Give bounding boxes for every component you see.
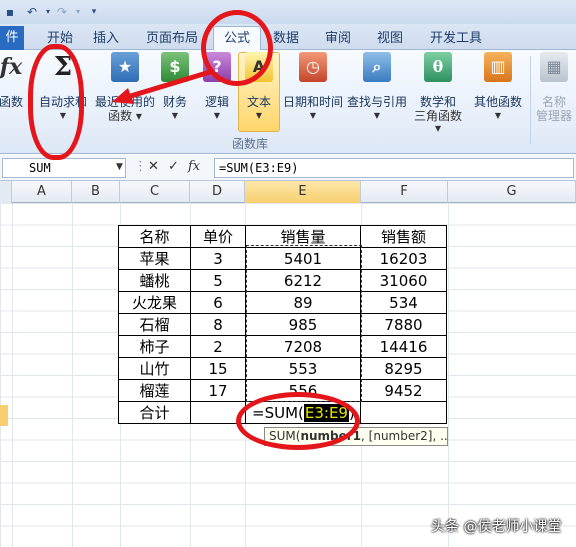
annotation-arrow (112, 69, 213, 104)
watermark: 头条 @侯老师小课堂 (431, 519, 562, 535)
